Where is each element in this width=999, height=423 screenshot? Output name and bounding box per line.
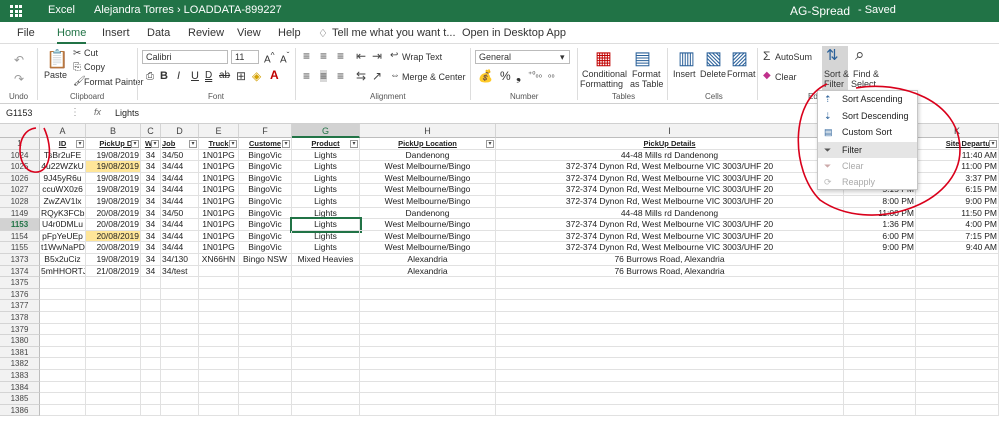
annotation-circle-dropdown — [797, 83, 961, 216]
annotation-overlay — [19, 83, 961, 216]
annotation-circle-row-header — [19, 127, 51, 173]
